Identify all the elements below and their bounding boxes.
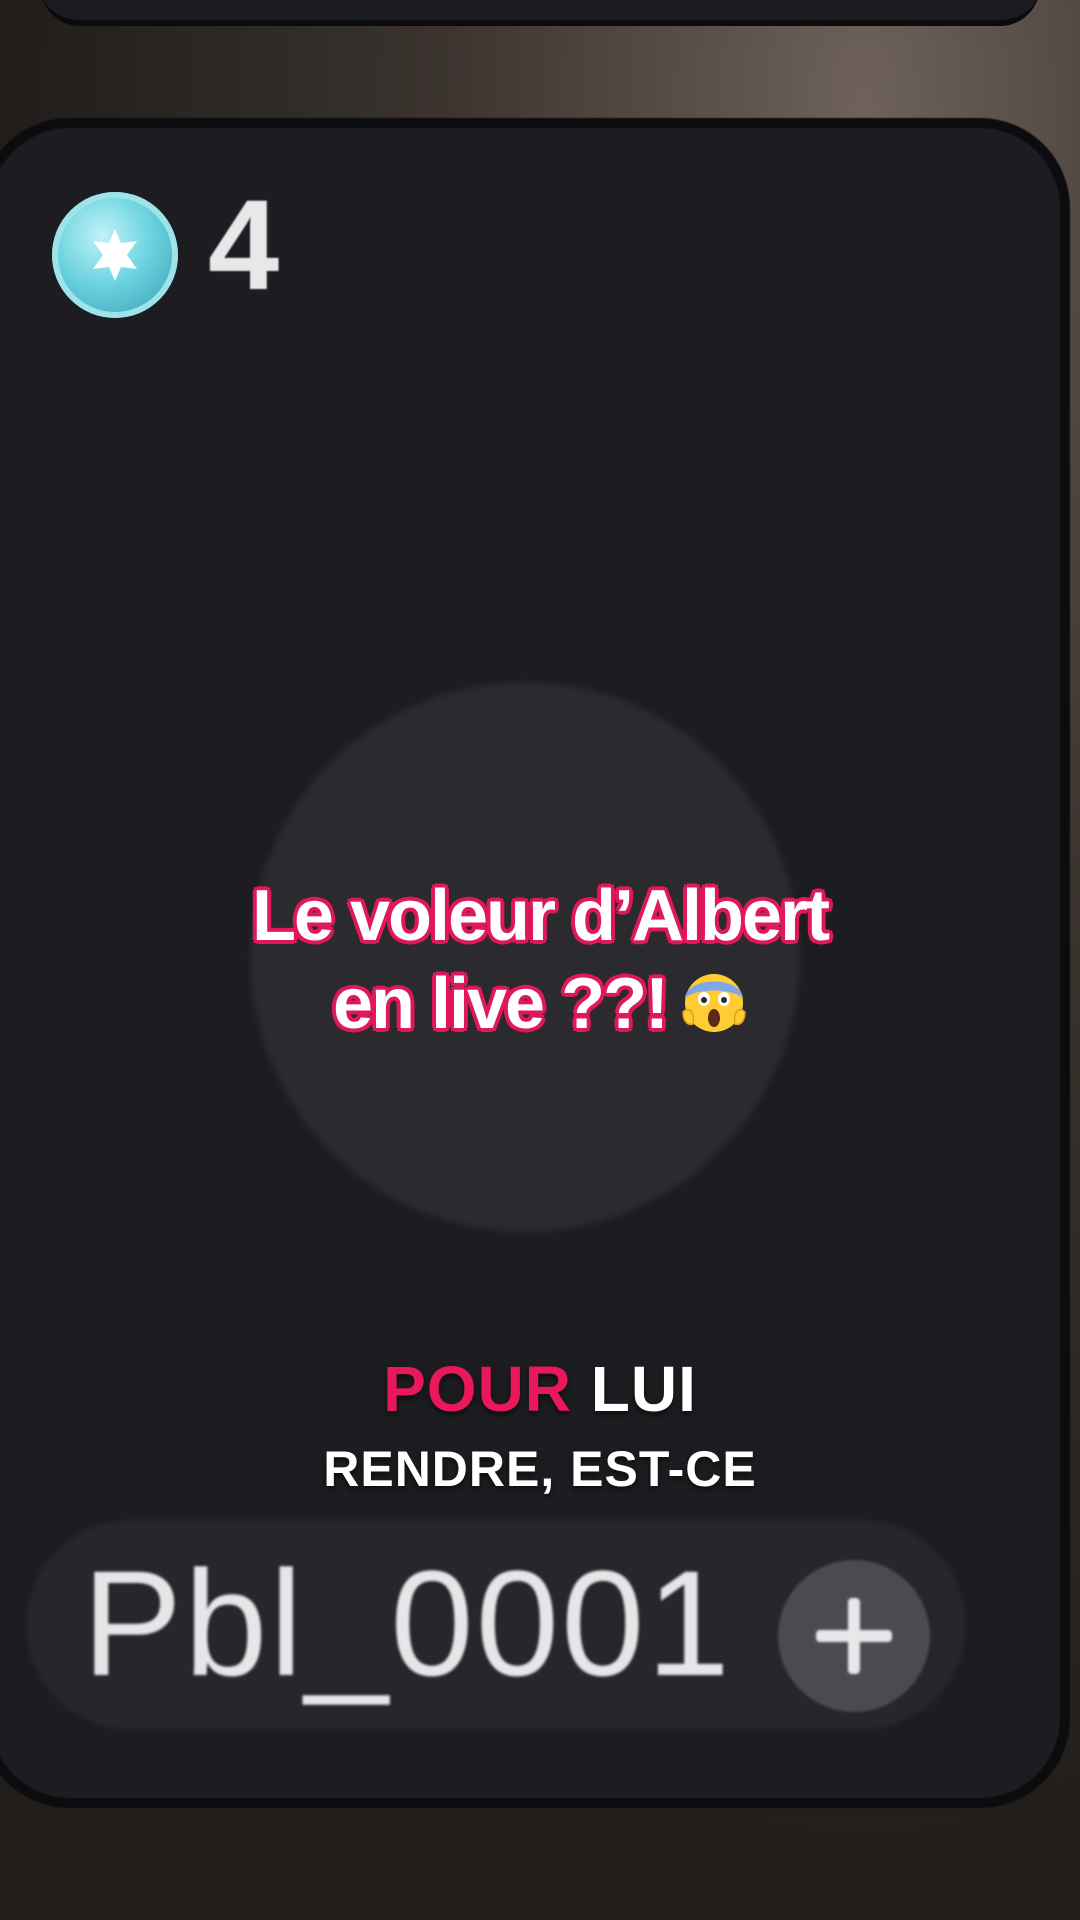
video-frame: 4 Le voleur d’Albert en live ??! POUR LU… (0, 0, 1080, 1920)
overlay-title-line2: en live ??! (0, 960, 1080, 1048)
plus-icon[interactable] (778, 1560, 930, 1712)
subtitle-line2: RENDRE, EST-CE (323, 1441, 757, 1497)
top-card-edge (40, 0, 1040, 26)
gem-badge-icon (52, 192, 178, 318)
gem-count: 4 (208, 174, 280, 317)
screaming-face-icon (681, 966, 747, 1032)
overlay-title-line1: Le voleur d’Albert (251, 876, 830, 956)
subtitle-rest-word: LUI (590, 1353, 697, 1425)
subtitle-accent-word: POUR (383, 1353, 573, 1425)
subtitle-line1: POUR LUI (0, 1352, 1080, 1426)
username-text: Pbl_0001 (82, 1539, 732, 1707)
overlay-title-line2-text: en live ??! (332, 964, 669, 1044)
